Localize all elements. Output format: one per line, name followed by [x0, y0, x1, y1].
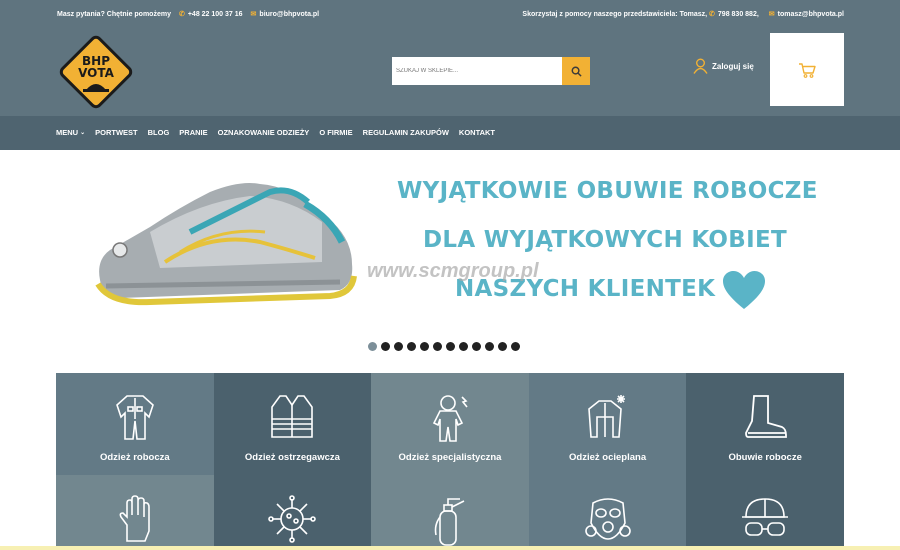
watermark-text: www.scmgroup.pl: [367, 260, 539, 282]
phone-contact[interactable]: ✆ +48 22 100 37 16: [179, 10, 243, 18]
fire-extinguisher-icon: [434, 498, 465, 546]
representative-phone[interactable]: 798 830 882,: [718, 11, 759, 18]
main-navigation: MENU ⌄ PORTWEST BLOG PRANIE OZNAKOWANIE O…: [0, 116, 900, 150]
cart-button[interactable]: [770, 33, 844, 106]
slider-dot[interactable]: [472, 342, 481, 351]
envelope-icon: ✉: [768, 11, 775, 18]
shopping-cart-icon: [799, 62, 816, 78]
slider-dot[interactable]: [394, 342, 403, 351]
category-tile-workwear[interactable]: Odzież robocza: [56, 373, 214, 475]
svg-text:VOTA: VOTA: [78, 66, 115, 80]
phone-icon: ✆: [178, 11, 185, 18]
nav-item-blog[interactable]: BLOG: [148, 128, 170, 137]
nav-item-kontakt[interactable]: KONTAKT: [459, 128, 495, 137]
phone-icon: ✆: [709, 11, 715, 18]
category-tile-gloves[interactable]: [56, 475, 214, 550]
slider-pagination: [368, 342, 520, 351]
email-contact[interactable]: ✉ biuro@bhpvota.pl: [251, 10, 320, 18]
slider-dot[interactable]: [446, 342, 455, 351]
brand-logo[interactable]: BHP VOTA: [56, 32, 136, 112]
category-tile-fire[interactable]: [371, 475, 529, 550]
representative-email[interactable]: ✉ tomasz@bhpvota.pl: [769, 10, 844, 18]
glove-icon: [119, 495, 150, 542]
login-link[interactable]: Zaloguj się: [693, 58, 754, 74]
category-label: Odzież ostrzegawcza: [244, 452, 340, 463]
hi-vis-vest-icon: [271, 395, 314, 438]
category-tile-insulated[interactable]: Odzież ocieplana: [528, 373, 687, 475]
slider-dot[interactable]: [433, 342, 442, 351]
category-tile-hygiene[interactable]: [213, 475, 372, 550]
work-shoe-image: [95, 183, 357, 306]
slider-dot[interactable]: [459, 342, 468, 351]
category-label: Odzież ocieplana: [569, 452, 647, 463]
search-button[interactable]: [562, 57, 590, 85]
slider-dot[interactable]: [485, 342, 494, 351]
search-icon: [571, 66, 582, 77]
category-tile-respiratory[interactable]: [528, 475, 687, 550]
category-tile-hi-vis[interactable]: Odzież ostrzegawcza: [213, 373, 372, 475]
work-boot-icon: [745, 395, 788, 438]
nav-item-oznakowanie[interactable]: OZNAKOWANIE ODZIEŻY: [218, 128, 310, 137]
hazmat-suit-icon: [432, 395, 468, 442]
heart-icon: [723, 271, 765, 309]
hero-headline-2: DLA WYJĄTKOWYCH KOBIET: [423, 227, 787, 253]
chevron-down-icon: ⌄: [80, 130, 86, 136]
nav-item-o-firmie[interactable]: O FIRMIE: [319, 128, 352, 137]
slider-dot[interactable]: [407, 342, 416, 351]
category-label: Odzież specjalistyczna: [398, 452, 502, 463]
bottom-edge: [0, 546, 900, 550]
representative-text: Skorzystaj z pomocy naszego przedstawici…: [522, 11, 759, 18]
nav-item-pranie[interactable]: PRANIE: [179, 128, 207, 137]
search-form: [392, 57, 590, 85]
nav-item-portwest[interactable]: PORTWEST: [95, 128, 138, 137]
search-input[interactable]: [392, 57, 562, 85]
help-question-text: Masz pytania? Chętnie pomożemy: [57, 10, 171, 18]
hero-slider[interactable]: WYJĄTKOWIE OBUWIE ROBOCZE DLA WYJĄTKOWYC…: [0, 150, 900, 368]
winter-coat-icon: [587, 395, 625, 438]
virus-icon: [268, 495, 317, 543]
site-header: BHP VOTA Zaloguj się: [0, 28, 900, 116]
slider-dot[interactable]: [511, 342, 520, 351]
helmet-goggles-icon: [742, 498, 789, 536]
slider-dot[interactable]: [420, 342, 429, 351]
category-tile-footwear[interactable]: Obuwie robocze: [686, 373, 844, 475]
category-tile-specialist[interactable]: Odzież specjalistyczna: [371, 373, 529, 475]
category-label: Odzież robocza: [99, 452, 170, 463]
category-tile-head-protection[interactable]: [686, 475, 844, 550]
user-icon: [693, 58, 708, 74]
slider-dot[interactable]: [368, 342, 377, 351]
slider-dot[interactable]: [498, 342, 507, 351]
envelope-icon: ✉: [250, 11, 257, 18]
slider-dot[interactable]: [381, 342, 390, 351]
category-grid: Odzież robocza Odzież ostrzegawcza Odzie…: [56, 373, 844, 550]
nav-item-menu[interactable]: MENU ⌄: [56, 128, 85, 137]
gas-mask-icon: [584, 498, 631, 540]
top-info-bar: Masz pytania? Chętnie pomożemy ✆ +48 22 1…: [0, 0, 900, 28]
hero-headline-1: WYJĄTKOWIE OBUWIE ROBOCZE: [397, 178, 818, 204]
coverall-icon: [115, 395, 154, 440]
category-label: Obuwie robocze: [728, 452, 802, 463]
nav-item-regulamin[interactable]: REGULAMIN ZAKUPÓW: [363, 128, 449, 137]
